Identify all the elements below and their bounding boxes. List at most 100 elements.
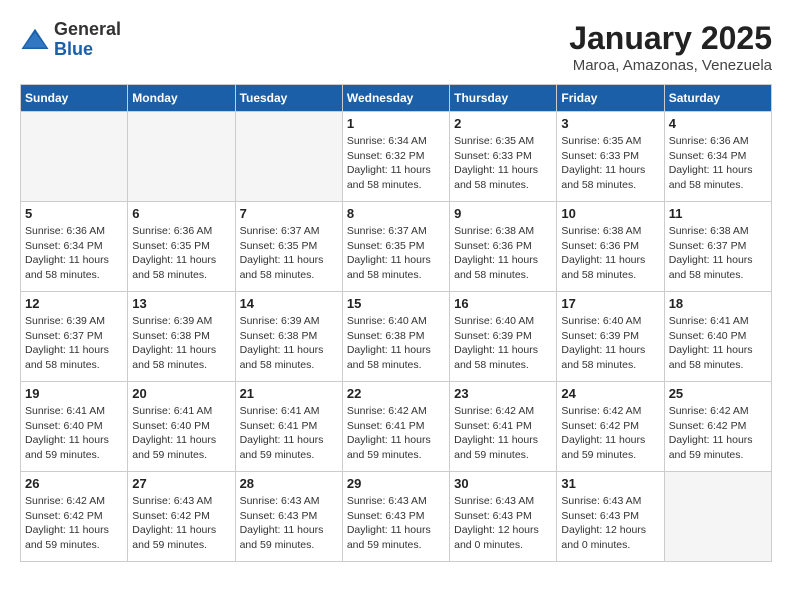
day-number: 6	[132, 206, 230, 221]
day-info: Sunrise: 6:41 AM Sunset: 6:41 PM Dayligh…	[240, 404, 338, 463]
day-info: Sunrise: 6:38 AM Sunset: 6:37 PM Dayligh…	[669, 224, 767, 283]
calendar-cell	[235, 112, 342, 202]
day-info: Sunrise: 6:40 AM Sunset: 6:39 PM Dayligh…	[561, 314, 659, 373]
day-info: Sunrise: 6:36 AM Sunset: 6:35 PM Dayligh…	[132, 224, 230, 283]
day-info: Sunrise: 6:37 AM Sunset: 6:35 PM Dayligh…	[240, 224, 338, 283]
logo-icon	[20, 25, 50, 55]
calendar-table: SundayMondayTuesdayWednesdayThursdayFrid…	[20, 84, 772, 562]
calendar-cell	[128, 112, 235, 202]
title-area: January 2025 Maroa, Amazonas, Venezuela	[569, 20, 772, 74]
day-info: Sunrise: 6:36 AM Sunset: 6:34 PM Dayligh…	[669, 134, 767, 193]
calendar-cell: 1Sunrise: 6:34 AM Sunset: 6:32 PM Daylig…	[342, 112, 449, 202]
calendar-cell: 17 Sunrise: 6:40 AM Sunset: 6:39 PM Dayli…	[557, 292, 664, 382]
day-number: 19	[25, 386, 123, 401]
day-number: 31	[561, 476, 659, 491]
day-number: 8	[347, 206, 445, 221]
day-info: Sunrise: 6:41 AM Sunset: 6:40 PM Dayligh…	[669, 314, 767, 373]
day-info: Sunrise: 6:41 AM Sunset: 6:40 PM Dayligh…	[25, 404, 123, 463]
weekday-header: Thursday	[450, 85, 557, 112]
day-number: 25	[669, 386, 767, 401]
logo: General Blue	[20, 20, 121, 60]
week-row: 1Sunrise: 6:34 AM Sunset: 6:32 PM Daylig…	[21, 112, 772, 202]
day-info: Sunrise: 6:39 AM Sunset: 6:37 PM Dayligh…	[25, 314, 123, 373]
day-info: Sunrise: 6:42 AM Sunset: 6:42 PM Dayligh…	[669, 404, 767, 463]
calendar-cell	[664, 472, 771, 562]
day-number: 11	[669, 206, 767, 221]
calendar-cell: 28Sunrise: 6:43 AM Sunset: 6:43 PM Dayli…	[235, 472, 342, 562]
day-number: 24	[561, 386, 659, 401]
day-info: Sunrise: 6:35 AM Sunset: 6:33 PM Dayligh…	[454, 134, 552, 193]
logo-general: General	[54, 20, 121, 40]
day-info: Sunrise: 6:36 AM Sunset: 6:34 PM Dayligh…	[25, 224, 123, 283]
day-number: 10	[561, 206, 659, 221]
weekday-header: Wednesday	[342, 85, 449, 112]
day-info: Sunrise: 6:40 AM Sunset: 6:39 PM Dayligh…	[454, 314, 552, 373]
day-number: 9	[454, 206, 552, 221]
day-number: 5	[25, 206, 123, 221]
day-info: Sunrise: 6:39 AM Sunset: 6:38 PM Dayligh…	[240, 314, 338, 373]
calendar-cell: 8 Sunrise: 6:37 AM Sunset: 6:35 PM Daylig…	[342, 202, 449, 292]
calendar-cell: 18Sunrise: 6:41 AM Sunset: 6:40 PM Dayli…	[664, 292, 771, 382]
calendar-cell: 2 Sunrise: 6:35 AM Sunset: 6:33 PM Daylig…	[450, 112, 557, 202]
weekday-header: Sunday	[21, 85, 128, 112]
day-number: 2	[454, 116, 552, 131]
logo-blue: Blue	[54, 40, 121, 60]
calendar-cell: 13 Sunrise: 6:39 AM Sunset: 6:38 PM Dayli…	[128, 292, 235, 382]
day-number: 3	[561, 116, 659, 131]
day-number: 30	[454, 476, 552, 491]
day-info: Sunrise: 6:42 AM Sunset: 6:41 PM Dayligh…	[347, 404, 445, 463]
location-subtitle: Maroa, Amazonas, Venezuela	[569, 57, 772, 74]
day-info: Sunrise: 6:42 AM Sunset: 6:42 PM Dayligh…	[25, 494, 123, 553]
calendar-cell: 20Sunrise: 6:41 AM Sunset: 6:40 PM Dayli…	[128, 382, 235, 472]
calendar-cell: 3 Sunrise: 6:35 AM Sunset: 6:33 PM Daylig…	[557, 112, 664, 202]
calendar-cell: 14 Sunrise: 6:39 AM Sunset: 6:38 PM Dayli…	[235, 292, 342, 382]
calendar-cell: 26 Sunrise: 6:42 AM Sunset: 6:42 PM Dayli…	[21, 472, 128, 562]
calendar-cell: 15 Sunrise: 6:40 AM Sunset: 6:38 PM Dayli…	[342, 292, 449, 382]
page-header: General Blue January 2025 Maroa, Amazona…	[20, 20, 772, 74]
day-number: 23	[454, 386, 552, 401]
day-number: 15	[347, 296, 445, 311]
calendar-cell: 22 Sunrise: 6:42 AM Sunset: 6:41 PM Dayli…	[342, 382, 449, 472]
calendar-cell: 30 Sunrise: 6:43 AM Sunset: 6:43 PM Dayli…	[450, 472, 557, 562]
day-info: Sunrise: 6:40 AM Sunset: 6:38 PM Dayligh…	[347, 314, 445, 373]
day-number: 14	[240, 296, 338, 311]
day-number: 12	[25, 296, 123, 311]
day-number: 1	[347, 116, 445, 131]
day-info: Sunrise: 6:43 AM Sunset: 6:42 PM Dayligh…	[132, 494, 230, 553]
day-info: Sunrise: 6:35 AM Sunset: 6:33 PM Dayligh…	[561, 134, 659, 193]
day-info: Sunrise: 6:38 AM Sunset: 6:36 PM Dayligh…	[454, 224, 552, 283]
calendar-cell: 21 Sunrise: 6:41 AM Sunset: 6:41 PM Dayli…	[235, 382, 342, 472]
day-info: Sunrise: 6:37 AM Sunset: 6:35 PM Dayligh…	[347, 224, 445, 283]
day-number: 27	[132, 476, 230, 491]
week-row: 26 Sunrise: 6:42 AM Sunset: 6:42 PM Dayli…	[21, 472, 772, 562]
calendar-cell: 10Sunrise: 6:38 AM Sunset: 6:36 PM Dayli…	[557, 202, 664, 292]
day-number: 17	[561, 296, 659, 311]
week-row: 19 Sunrise: 6:41 AM Sunset: 6:40 PM Dayli…	[21, 382, 772, 472]
day-info: Sunrise: 6:39 AM Sunset: 6:38 PM Dayligh…	[132, 314, 230, 373]
week-row: 12 Sunrise: 6:39 AM Sunset: 6:37 PM Dayli…	[21, 292, 772, 382]
calendar-cell: 23Sunrise: 6:42 AM Sunset: 6:41 PM Dayli…	[450, 382, 557, 472]
weekday-header: Saturday	[664, 85, 771, 112]
logo-text: General Blue	[54, 20, 121, 60]
day-info: Sunrise: 6:43 AM Sunset: 6:43 PM Dayligh…	[240, 494, 338, 553]
day-number: 7	[240, 206, 338, 221]
day-number: 20	[132, 386, 230, 401]
day-info: Sunrise: 6:43 AM Sunset: 6:43 PM Dayligh…	[454, 494, 552, 553]
day-number: 29	[347, 476, 445, 491]
day-number: 22	[347, 386, 445, 401]
day-number: 21	[240, 386, 338, 401]
weekday-header: Monday	[128, 85, 235, 112]
day-number: 4	[669, 116, 767, 131]
calendar-cell: 19 Sunrise: 6:41 AM Sunset: 6:40 PM Dayli…	[21, 382, 128, 472]
calendar-cell: 9 Sunrise: 6:38 AM Sunset: 6:36 PM Daylig…	[450, 202, 557, 292]
day-info: Sunrise: 6:43 AM Sunset: 6:43 PM Dayligh…	[561, 494, 659, 553]
weekday-header: Friday	[557, 85, 664, 112]
calendar-cell: 29Sunrise: 6:43 AM Sunset: 6:43 PM Dayli…	[342, 472, 449, 562]
calendar-cell: 4 Sunrise: 6:36 AM Sunset: 6:34 PM Daylig…	[664, 112, 771, 202]
calendar-cell: 12 Sunrise: 6:39 AM Sunset: 6:37 PM Dayli…	[21, 292, 128, 382]
day-number: 26	[25, 476, 123, 491]
calendar-cell: 27 Sunrise: 6:43 AM Sunset: 6:42 PM Dayli…	[128, 472, 235, 562]
month-title: January 2025	[569, 20, 772, 57]
day-number: 13	[132, 296, 230, 311]
calendar-cell: 7 Sunrise: 6:37 AM Sunset: 6:35 PM Daylig…	[235, 202, 342, 292]
